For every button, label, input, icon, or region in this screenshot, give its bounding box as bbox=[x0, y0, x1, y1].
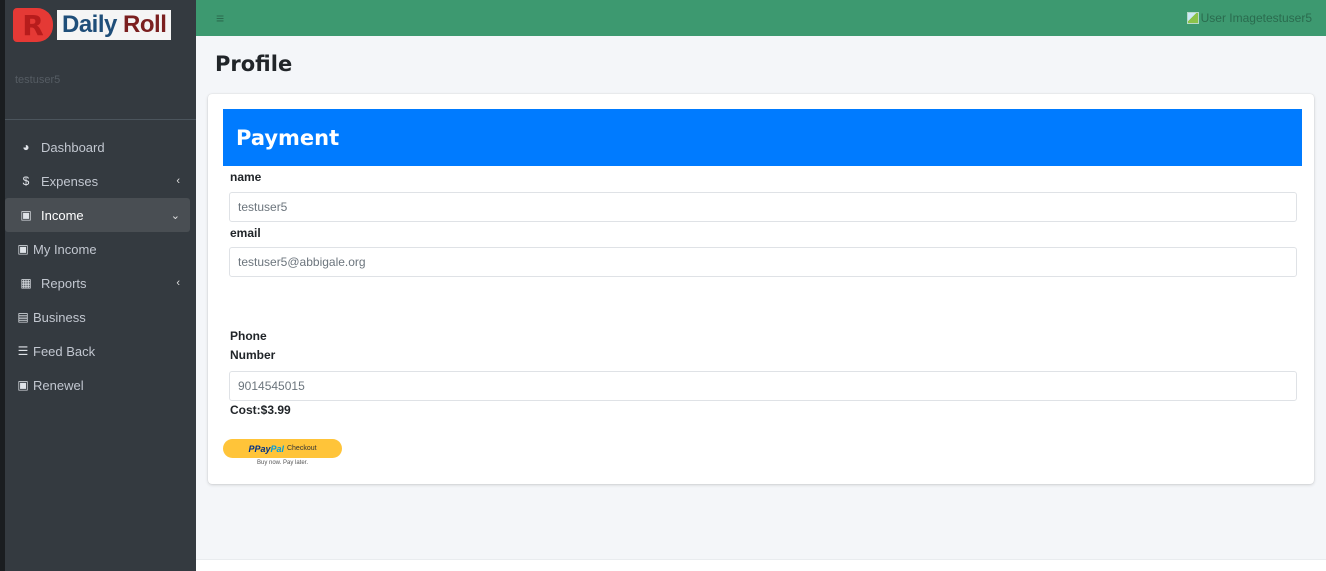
sidebar-item-renewel[interactable]: ▣ Renewel bbox=[5, 368, 196, 402]
topbar-username: testuser5 bbox=[1262, 11, 1312, 25]
payment-card: Payment name email Phone Number Cost:$3.9… bbox=[208, 94, 1314, 484]
sidebar-item-label: Renewel bbox=[33, 377, 84, 393]
sidebar-item-label: Expenses bbox=[41, 173, 99, 189]
dollar-icon: $ bbox=[22, 174, 30, 188]
brand-word-daily: Daily bbox=[62, 11, 117, 38]
paypal-checkout-button[interactable]: P Pay Pal Checkout bbox=[223, 439, 342, 458]
sidebar-item-reports[interactable]: ▦ Reports ‹ bbox=[5, 266, 196, 300]
credit-card-icon: ▤ bbox=[17, 310, 29, 324]
list-icon: ☰ bbox=[17, 344, 29, 358]
footer bbox=[196, 559, 1326, 571]
chevron-down-icon: ⌄ bbox=[170, 209, 180, 222]
sidebar-nav: ◕ Dashboard $ Expenses ‹ ▣ Income ⌄ ▣ My… bbox=[5, 120, 196, 402]
sidebar-item-feedback[interactable]: ☰ Feed Back bbox=[5, 334, 196, 368]
sidebar-item-label: Feed Back bbox=[33, 343, 96, 359]
phone-label-line2: Number bbox=[230, 348, 276, 362]
phone-input[interactable] bbox=[229, 371, 1297, 401]
content-wrapper: Profile Payment name email Phone Number C… bbox=[196, 36, 1326, 559]
paypal-pay: Pay bbox=[254, 443, 271, 454]
pie-chart-icon: ◕ bbox=[22, 140, 30, 154]
brand-logo[interactable]: R Daily Roll bbox=[5, 0, 196, 50]
name-label: name bbox=[230, 170, 262, 184]
money-icon: ▣ bbox=[17, 242, 29, 256]
cost-text: Cost:$3.99 bbox=[230, 403, 291, 417]
grid-icon: ▦ bbox=[20, 276, 32, 290]
hamburger-menu-icon[interactable]: ≡ bbox=[216, 10, 224, 26]
name-input[interactable] bbox=[229, 192, 1297, 222]
brand-word-roll: Roll bbox=[123, 11, 167, 38]
sidebar-item-label: Reports bbox=[41, 275, 87, 291]
sidebar-item-expenses[interactable]: $ Expenses ‹ bbox=[5, 164, 196, 198]
phone-label: Phone Number bbox=[230, 327, 275, 365]
chevron-left-icon: ‹ bbox=[176, 175, 180, 187]
paypal-tagline: Buy now. Pay later. bbox=[256, 460, 309, 466]
top-navbar: ≡ User Image testuser5 bbox=[196, 0, 1326, 36]
sidebar-item-my-income[interactable]: ▣ My Income bbox=[5, 232, 196, 266]
sidebar-item-label: Income bbox=[41, 207, 84, 223]
page-title: Profile bbox=[215, 52, 293, 76]
sidebar-item-business[interactable]: ▤ Business bbox=[5, 300, 196, 334]
user-panel: testuser5 bbox=[5, 50, 196, 120]
card-header: Payment bbox=[223, 109, 1302, 166]
email-label: email bbox=[230, 226, 261, 240]
email-input[interactable] bbox=[229, 247, 1297, 277]
paypal-pal: Pal bbox=[270, 443, 284, 454]
user-avatar-icon bbox=[1186, 12, 1199, 24]
phone-label-line1: Phone bbox=[230, 329, 267, 343]
sidebar-item-label: My Income bbox=[33, 241, 97, 257]
sidebar-username[interactable]: testuser5 bbox=[15, 74, 196, 86]
user-image-alt: User Image bbox=[1200, 11, 1263, 25]
money-icon: ▣ bbox=[20, 208, 32, 222]
sidebar-item-label: Dashboard bbox=[41, 139, 105, 155]
user-menu[interactable]: User Image testuser5 bbox=[1186, 11, 1312, 25]
brand-name: Daily Roll bbox=[57, 10, 172, 40]
sidebar-item-income[interactable]: ▣ Income ⌄ bbox=[5, 198, 190, 232]
sidebar-item-dashboard[interactable]: ◕ Dashboard bbox=[5, 130, 196, 164]
user-box-icon: ▣ bbox=[17, 378, 29, 392]
chevron-left-icon: ‹ bbox=[176, 277, 180, 289]
sidebar: R Daily Roll testuser5 ◕ Dashboard $ Exp… bbox=[0, 0, 196, 571]
paypal-checkout-label: Checkout bbox=[286, 445, 317, 452]
sidebar-item-label: Business bbox=[33, 309, 86, 325]
logo-icon: R bbox=[13, 8, 53, 42]
